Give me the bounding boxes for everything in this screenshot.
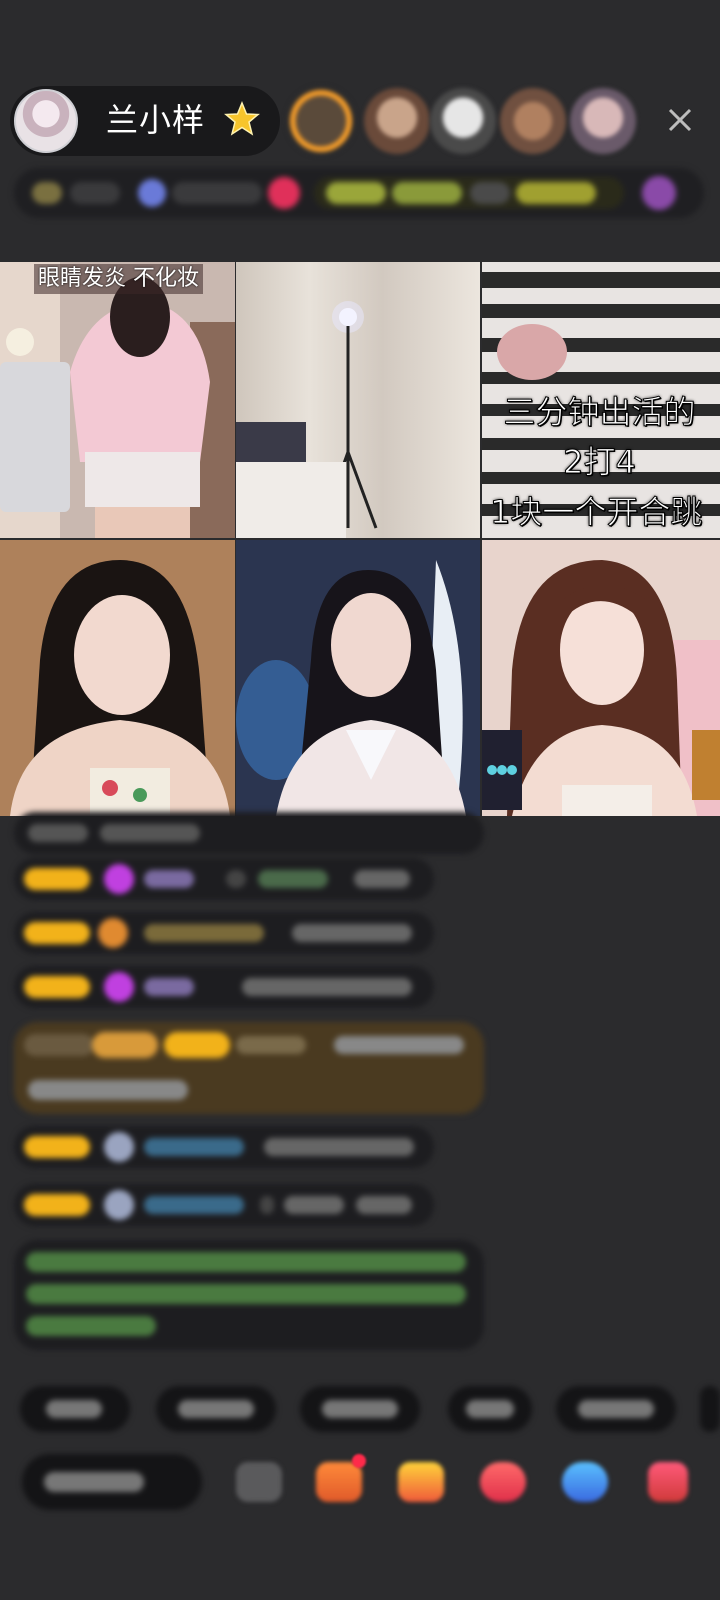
quick-reply-chip[interactable] [700,1386,720,1432]
close-icon[interactable] [664,104,696,136]
host-info-pill[interactable]: 兰小样 [10,86,280,156]
quick-reply-chip[interactable] [556,1386,676,1432]
quick-reply-chip[interactable] [156,1386,276,1432]
guest-video-1-frame [0,262,235,538]
more-icon[interactable] [648,1462,688,1502]
chat-message[interactable] [14,1126,434,1168]
chat-message[interactable] [14,966,434,1008]
guest-video-3[interactable]: 三分钟出活的 2打4 1块一个开合跳 [482,262,720,538]
game-icon[interactable] [562,1462,608,1502]
multi-guest-video-grid: 眼睛发炎 不化妆 三分钟出活的 2打4 1块一个开合跳 [0,262,720,816]
guest-video-2-frame [236,262,480,538]
guest-video-6[interactable] [482,540,720,816]
guest-video-3-overlay-line-1: 三分钟出活的 [503,393,696,432]
gift-box-icon[interactable] [316,1462,362,1502]
viewer-avatar[interactable] [364,88,430,154]
chat-input[interactable] [22,1454,202,1510]
host-name: 兰小样 [106,101,206,139]
guest-video-4[interactable] [0,540,235,816]
guest-video-3-overlay-line-2: 2打4 [563,443,637,482]
guest-video-3-overlay-line-3: 1块一个开合跳 [490,493,703,532]
viewer-avatar[interactable] [570,88,636,154]
viewer-avatar[interactable] [500,88,566,154]
quick-reply-chip[interactable] [300,1386,420,1432]
quick-reply-chip[interactable] [448,1386,532,1432]
system-notice [14,1240,484,1350]
chat-message[interactable] [14,858,434,900]
host-avatar[interactable] [14,89,78,153]
chat-message-highlight[interactable] [14,1022,484,1114]
guest-video-6-frame [482,540,720,816]
star-icon [224,101,260,136]
guest-video-2[interactable] [236,262,480,538]
gift-icon[interactable] [398,1462,444,1502]
heart-icon[interactable] [480,1462,526,1502]
quick-reply-chip[interactable] [20,1386,130,1432]
chat-message[interactable] [14,812,484,854]
guest-video-5[interactable] [236,540,480,816]
guest-video-1[interactable]: 眼睛发炎 不化妆 [0,262,235,538]
viewer-avatar[interactable] [430,88,496,154]
chat-message[interactable] [14,1184,434,1226]
guest-video-5-frame [236,540,480,816]
guest-video-1-caption: 眼睛发炎 不化妆 [34,264,203,294]
room-info-bar[interactable] [14,168,704,218]
emoji-icon[interactable] [236,1462,282,1502]
guest-video-4-frame [0,540,235,816]
viewer-avatar[interactable] [286,86,356,156]
notification-dot [352,1454,366,1468]
chat-message[interactable] [14,912,434,954]
